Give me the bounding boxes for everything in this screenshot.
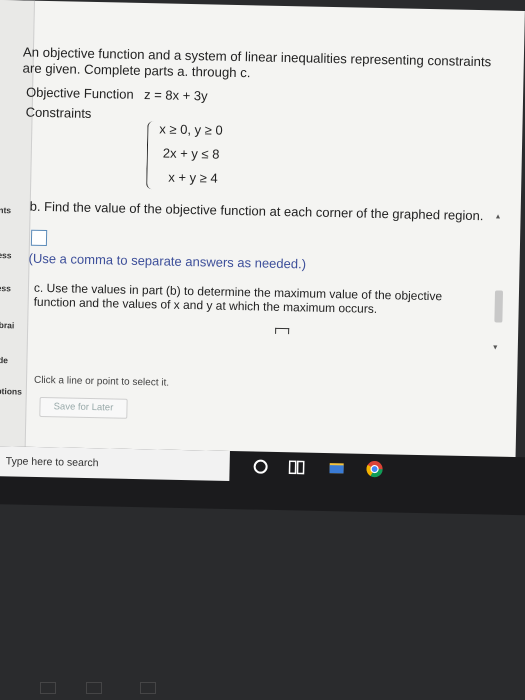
- task-view-icon[interactable]: [287, 458, 305, 476]
- sidebar-item-guide[interactable]: uide: [0, 355, 8, 365]
- taskbar-search-input[interactable]: Type here to search: [0, 446, 230, 482]
- sidebar-item-library[interactable]: Librai: [0, 320, 14, 330]
- constraint-2: 2x + y ≤ 8: [162, 145, 220, 162]
- constraint-3: x + y ≥ 4: [168, 169, 218, 186]
- sidebar-item-ents[interactable]: ents: [0, 205, 11, 215]
- sidebar-item-options[interactable]: Options: [0, 386, 22, 397]
- bezel-key-mark: [140, 682, 156, 694]
- part-c-question: c. Use the values in part (b) to determi…: [33, 280, 443, 316]
- question-panel: An objective function and a system of li…: [19, 38, 504, 419]
- file-explorer-icon[interactable]: [327, 459, 345, 477]
- save-for-later-button[interactable]: Save for Later: [39, 396, 128, 419]
- graph-instruction: Click a line or point to select it.: [33, 374, 170, 389]
- chrome-icon[interactable]: [365, 460, 383, 478]
- scroll-down-arrow-icon[interactable]: ▼: [492, 344, 499, 351]
- problem-intro: An objective function and a system of li…: [22, 44, 492, 81]
- graph-tool-mark[interactable]: [275, 327, 290, 335]
- bezel-key-mark: [40, 682, 56, 694]
- answer-input[interactable]: [30, 229, 48, 247]
- objective-expression: z = 8x + 3y: [143, 87, 208, 104]
- cortana-icon[interactable]: [251, 457, 269, 475]
- screen-content: ents cess cess Librai uide Options ns An…: [0, 0, 525, 461]
- constraints-brace: [146, 121, 157, 190]
- scroll-up-arrow-icon[interactable]: ▲: [494, 213, 501, 220]
- windows-taskbar: Type here to search: [0, 446, 525, 516]
- part-b-question: b. Find the value of the objective funct…: [29, 198, 484, 224]
- bezel-key-mark: [86, 682, 102, 694]
- sidebar-item-cess[interactable]: cess: [0, 250, 12, 260]
- constraint-1: x ≥ 0, y ≥ 0: [159, 121, 223, 138]
- scrollbar-thumb[interactable]: [494, 290, 504, 323]
- answer-hint: (Use a comma to separate answers as need…: [28, 250, 307, 272]
- sidebar-item-cess-2[interactable]: cess: [0, 283, 11, 293]
- constraints-label: Constraints: [25, 104, 92, 121]
- objective-label: Objective Function: [25, 84, 134, 102]
